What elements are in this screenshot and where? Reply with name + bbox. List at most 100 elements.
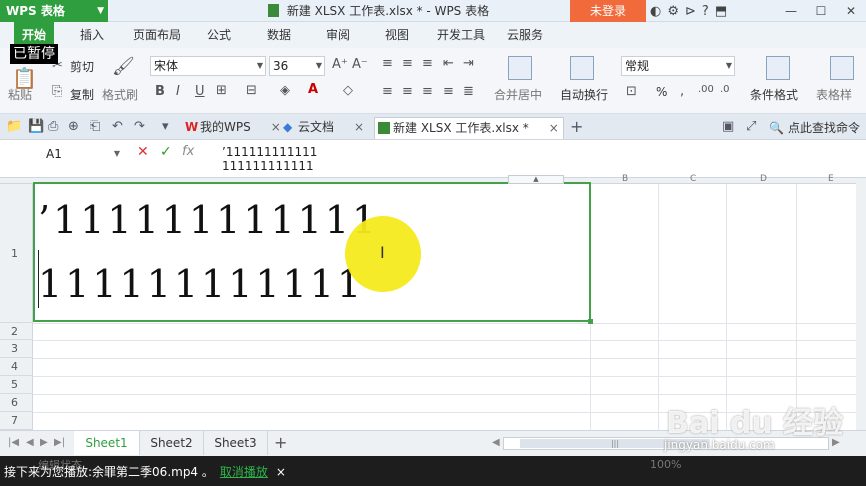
distribute-icon[interactable]: ≣ (463, 84, 474, 99)
number-format-select[interactable]: 常规 ▼ (621, 56, 735, 76)
thousands-icon[interactable]: , (680, 84, 684, 99)
row-header-3[interactable]: 3 (0, 340, 33, 358)
tab-data[interactable]: 数据 (267, 22, 291, 48)
wrap-text-icon[interactable] (570, 56, 594, 80)
login-button[interactable]: 未登录 (570, 0, 646, 22)
tab-cloud[interactable]: 云服务 (507, 22, 543, 48)
settings-icon[interactable]: ⚙ (667, 4, 679, 19)
column-header-b[interactable]: B (622, 174, 628, 184)
border-icon[interactable]: ⊞ (216, 83, 227, 98)
font-grow-icon[interactable]: A⁺ (332, 57, 348, 72)
save-icon[interactable]: 💾 (28, 119, 44, 134)
column-header-d[interactable]: D (760, 174, 767, 184)
insert-function-icon[interactable]: fx (182, 144, 194, 159)
conditional-format-icon[interactable] (766, 56, 790, 80)
app-menu-button[interactable]: WPS 表格 ▼ (0, 0, 108, 22)
copy-icon[interactable]: ⎘ (52, 84, 62, 99)
justify-icon[interactable]: ≡ (443, 84, 454, 99)
indent-decrease-icon[interactable]: ⇤ (443, 56, 454, 71)
font-color-icon[interactable]: A (308, 82, 318, 97)
add-sheet-icon[interactable]: + (274, 433, 287, 452)
share-icon[interactable]: ⊳ (685, 4, 696, 19)
cancel-autoplay-link[interactable]: 取消播放 (220, 465, 268, 479)
maximize-icon[interactable]: ☐ (806, 0, 836, 22)
conditional-format-button[interactable]: 条件格式 (750, 86, 798, 103)
cut-button[interactable]: 剪切 (70, 58, 94, 75)
prev-sheet-icon[interactable]: ◀ (26, 437, 34, 448)
align-left-icon[interactable]: ≡ (382, 84, 393, 99)
command-search[interactable]: 🔍 点此查找命令 (769, 119, 860, 136)
formula-input[interactable]: ’111111111111 111111111111 (222, 145, 317, 173)
font-family-select[interactable]: 宋体 ▼ (150, 56, 266, 76)
font-size-select[interactable]: 36 ▼ (269, 56, 325, 76)
tab-review[interactable]: 审阅 (326, 22, 350, 48)
confirm-edit-icon[interactable]: ✓ (160, 144, 172, 160)
folder-icon[interactable]: 📁 (6, 119, 22, 134)
clear-icon[interactable]: ◇ (343, 83, 353, 98)
tab-cloud-docs[interactable]: ◆ 云文档 × (280, 117, 364, 139)
scroll-left-icon[interactable]: ◀ (492, 437, 500, 448)
close-icon[interactable]: ✕ (836, 0, 866, 22)
row-header-4[interactable]: 4 (0, 358, 33, 376)
print-icon[interactable]: ⎙ (48, 119, 58, 134)
customize-icon[interactable]: ▾ (162, 119, 169, 134)
align-top-icon[interactable]: ≡ (382, 56, 393, 71)
italic-icon[interactable]: I (176, 84, 180, 99)
merge-center-button[interactable]: 合并居中 (494, 86, 542, 103)
sheet-tab-3[interactable]: Sheet3 (204, 431, 268, 455)
close-icon[interactable]: × (549, 121, 559, 135)
row-header-6[interactable]: 6 (0, 394, 33, 412)
tab-insert[interactable]: 插入 (80, 22, 104, 48)
next-sheet-icon[interactable]: ▶ (40, 437, 48, 448)
zoom-level[interactable]: 100% (650, 458, 681, 471)
expand-formula-bar-button[interactable]: ▲ (508, 175, 564, 184)
row-header-5[interactable]: 5 (0, 376, 33, 394)
export-icon[interactable]: ⎗ (90, 119, 100, 134)
print-preview-icon[interactable]: ⊕ (68, 119, 79, 134)
undo-icon[interactable]: ↶ (112, 119, 123, 134)
tab-page-layout[interactable]: 页面布局 (133, 22, 181, 48)
copy-button[interactable]: 复制 (70, 86, 94, 103)
fill-handle[interactable] (588, 319, 593, 324)
align-middle-icon[interactable]: ≡ (402, 56, 413, 71)
close-notice-icon[interactable]: × (276, 465, 286, 479)
tab-view[interactable]: 视图 (385, 22, 409, 48)
fill-color-icon[interactable]: ◈ (280, 83, 290, 98)
row-header-2[interactable]: 2 (0, 323, 33, 340)
row-header-1[interactable]: 1 (0, 184, 33, 323)
redo-icon[interactable]: ↷ (134, 119, 145, 134)
decrease-decimal-icon[interactable]: .0 (720, 84, 730, 95)
align-center-icon[interactable]: ≡ (402, 84, 413, 99)
wrap-text-button[interactable]: 自动换行 (560, 86, 608, 103)
align-right-icon[interactable]: ≡ (422, 84, 433, 99)
row-header-7[interactable]: 7 (0, 412, 33, 430)
sheet-tab-1[interactable]: Sheet1 (74, 431, 140, 455)
merge-border-icon[interactable]: ⊟ (246, 83, 257, 98)
minimize-icon[interactable]: — (776, 0, 806, 22)
paste-label[interactable]: 粘贴 (8, 86, 32, 103)
percent-button[interactable]: % (656, 85, 667, 99)
bold-icon[interactable]: B (155, 84, 165, 99)
font-shrink-icon[interactable]: A⁻ (352, 57, 368, 72)
column-header-e[interactable]: E (828, 174, 834, 184)
vertical-scrollbar[interactable] (856, 178, 866, 430)
video-icon[interactable]: ▣ (722, 119, 734, 134)
first-sheet-icon[interactable]: |◀ (8, 437, 19, 448)
sheet-tab-2[interactable]: Sheet2 (140, 431, 204, 455)
table-style-button[interactable]: 表格样 (816, 86, 852, 103)
last-sheet-icon[interactable]: ▶| (54, 437, 65, 448)
cancel-edit-icon[interactable]: ✕ (137, 144, 149, 160)
tab-current-document[interactable]: 新建 XLSX 工作表.xlsx * × (374, 117, 564, 139)
increase-decimal-icon[interactable]: .00 (698, 84, 714, 95)
fullscreen-icon[interactable]: ⤢ (746, 119, 756, 134)
table-style-icon[interactable] (830, 56, 854, 80)
merge-center-icon[interactable] (508, 56, 532, 80)
close-icon[interactable]: × (354, 120, 364, 134)
format-painter-icon[interactable]: 🖌 (112, 56, 135, 77)
name-box[interactable]: A1 ▼ (8, 145, 122, 163)
format-painter-button[interactable]: 格式刷 (102, 86, 138, 103)
column-header-c[interactable]: C (690, 174, 696, 184)
skin-icon[interactable]: ◐ (650, 4, 661, 19)
tab-formulas[interactable]: 公式 (207, 22, 231, 48)
indent-increase-icon[interactable]: ⇥ (463, 56, 474, 71)
